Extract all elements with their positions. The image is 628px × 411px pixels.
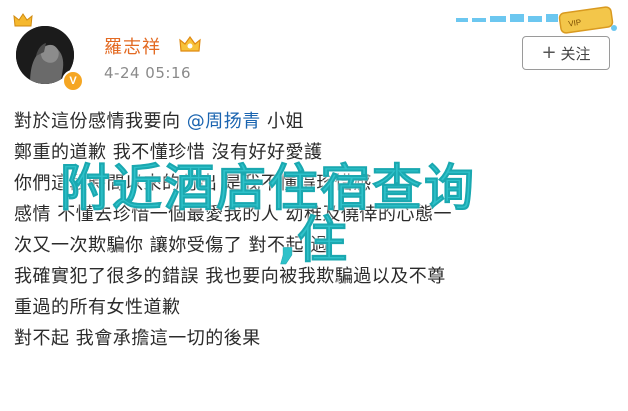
post-timestamp: 4-24 05:16 (104, 64, 192, 82)
svg-text:VIP: VIP (568, 18, 582, 29)
post-line: 我確實犯了很多的錯誤 我也要向被我欺騙過以及不尊 (14, 266, 446, 287)
crown-icon (13, 13, 33, 27)
post-line: 你們這段時間以來的付出 是我不懂得珍惜感 (14, 173, 372, 194)
vip-badge-icon (179, 35, 201, 52)
post-line: 次又一次欺騙你 讓妳受傷了 對不起 過 (14, 235, 329, 256)
post-line: 鄭重的道歉 我不懂珍惜 沒有好好愛護 (14, 142, 323, 163)
username[interactable]: 羅志祥 (104, 33, 161, 59)
follow-label: 关注 (560, 44, 591, 63)
post-line: 重過的所有女性道歉 (14, 297, 181, 318)
follow-button[interactable]: + 关注 (522, 36, 610, 70)
decorative-banner-icon: VIP (456, 6, 617, 34)
plus-icon: + (541, 42, 557, 63)
verified-v-icon: V (62, 70, 84, 92)
mention-link[interactable]: @周扬青 (187, 111, 261, 132)
post-line: 對不起 我會承擔這一切的後果 (14, 328, 261, 349)
post-body: 對於這份感情我要向 @周扬青 小姐 鄭重的道歉 我不懂珍惜 沒有好好愛護 你們這… (14, 106, 614, 354)
post-line: 對於這份感情我要向 @周扬青 小姐 (14, 106, 614, 137)
post-text: 對於這份感情我要向 (14, 111, 187, 132)
post-text: 小姐 (260, 111, 304, 132)
post-line: 感情 不懂去珍惜一個最愛我的人 幼稚及僥倖的心態一 (14, 204, 452, 225)
